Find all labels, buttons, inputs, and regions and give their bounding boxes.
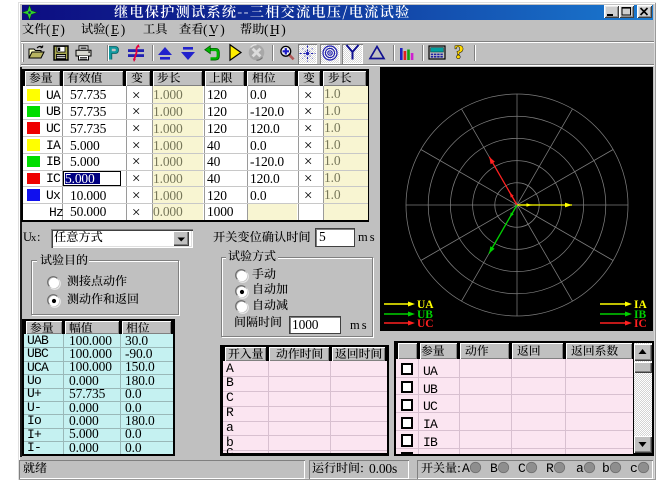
svg-text:?: ? <box>454 42 464 64</box>
svg-text:IC: IC <box>634 318 647 330</box>
svg-text:UC: UC <box>417 318 434 330</box>
